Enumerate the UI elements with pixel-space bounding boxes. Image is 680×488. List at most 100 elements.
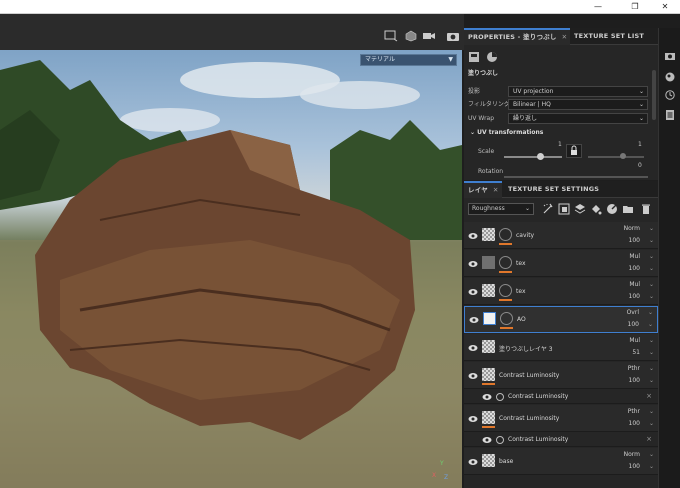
layer-row[interactable]: Contrast Luminosity Pthr 100 ⌄ ⌄ bbox=[464, 405, 658, 432]
layer-row[interactable]: base Norm 100 ⌄ ⌄ bbox=[464, 448, 658, 475]
mask-indicator bbox=[482, 383, 495, 385]
tab-layers[interactable]: レイヤ ✕ bbox=[464, 181, 502, 198]
trash-icon[interactable] bbox=[640, 203, 652, 215]
layer-row-selected[interactable]: AO Ovrl 100 ⌄ ⌄ bbox=[464, 306, 658, 333]
chevron-down-icon[interactable]: ⌄ bbox=[649, 265, 654, 272]
effect-row[interactable]: Contrast Luminosity × bbox=[464, 433, 658, 447]
eye-icon[interactable] bbox=[468, 372, 478, 380]
properties-scrollbar[interactable] bbox=[652, 70, 656, 120]
paint-bucket-icon[interactable] bbox=[590, 203, 602, 215]
chevron-down-icon[interactable]: ⌄ bbox=[649, 253, 654, 260]
layer-opacity[interactable]: 100 bbox=[629, 420, 640, 427]
tab-texture-set-list[interactable]: TEXTURE SET LIST bbox=[574, 28, 658, 45]
chevron-down-icon[interactable]: ⌄ bbox=[649, 349, 654, 356]
close-icon[interactable]: × bbox=[646, 435, 652, 443]
3d-viewport[interactable]: マテリアル ▼ Y X Z bbox=[0, 50, 462, 488]
chevron-down-icon[interactable]: ⌄ bbox=[649, 365, 654, 372]
tab-properties[interactable]: PROPERTIES - 塗りつぶし ✕ bbox=[464, 28, 570, 45]
layer-opacity[interactable]: 100 bbox=[629, 377, 640, 384]
add-mask-icon[interactable] bbox=[558, 203, 570, 215]
tab-texture-set-settings[interactable]: TEXTURE SET SETTINGS bbox=[508, 181, 608, 198]
display-settings-icon[interactable] bbox=[665, 52, 675, 62]
layer-properties-icon[interactable] bbox=[468, 51, 480, 63]
add-effect-icon[interactable] bbox=[542, 203, 554, 215]
close-button[interactable]: ✕ bbox=[659, 2, 671, 12]
chevron-down-icon[interactable]: ⌄ bbox=[649, 337, 654, 344]
chevron-down-icon[interactable]: ⌄ bbox=[649, 451, 654, 458]
layer-blend-mode[interactable]: Norm bbox=[624, 451, 640, 458]
layer-row[interactable]: tex Mul 100 ⌄ ⌄ bbox=[464, 250, 658, 277]
chevron-down-icon[interactable]: ⌄ bbox=[649, 293, 654, 300]
log-icon[interactable] bbox=[665, 110, 675, 120]
scale-slider-track[interactable] bbox=[504, 156, 562, 158]
eye-icon[interactable] bbox=[468, 260, 478, 268]
chevron-down-icon[interactable]: ⌄ bbox=[648, 309, 653, 316]
material-properties-icon[interactable] bbox=[486, 51, 498, 63]
layer-blend-mode[interactable]: Pthr bbox=[628, 365, 640, 372]
rotation-slider-track[interactable] bbox=[504, 176, 648, 178]
chevron-down-icon[interactable]: ⌄ bbox=[649, 420, 654, 427]
channel-select[interactable]: Roughness ⌄ bbox=[468, 203, 534, 215]
scale-slider-handle-right[interactable] bbox=[620, 153, 626, 159]
chevron-down-icon[interactable]: ⌄ bbox=[648, 321, 653, 328]
eye-icon[interactable] bbox=[468, 458, 478, 466]
chevron-down-icon[interactable]: ⌄ bbox=[649, 237, 654, 244]
layer-blend-mode[interactable]: Norm bbox=[624, 225, 640, 232]
layer-opacity[interactable]: 100 bbox=[628, 321, 639, 328]
layer-opacity[interactable]: 51 bbox=[632, 349, 640, 356]
shader-settings-icon[interactable] bbox=[665, 72, 675, 82]
layer-opacity[interactable]: 100 bbox=[629, 463, 640, 470]
layer-blend-mode[interactable]: Mul bbox=[629, 337, 640, 344]
chevron-down-icon[interactable]: ⌄ bbox=[649, 225, 654, 232]
close-icon[interactable]: × bbox=[646, 392, 652, 400]
mask-icon[interactable] bbox=[499, 284, 512, 297]
layer-row[interactable]: 塗りつぶしレイヤ 3 Mul 51 ⌄ ⌄ bbox=[464, 334, 658, 361]
uv-transformations-header[interactable]: ⌄ UV transformations bbox=[470, 127, 543, 139]
layer-blend-mode[interactable]: Mul bbox=[629, 281, 640, 288]
layer-opacity[interactable]: 100 bbox=[629, 265, 640, 272]
chevron-down-icon: ⌄ bbox=[638, 101, 644, 108]
effect-row[interactable]: Contrast Luminosity × bbox=[464, 390, 658, 404]
selection-tool-icon[interactable] bbox=[384, 30, 398, 42]
mask-icon[interactable] bbox=[499, 228, 512, 241]
eye-icon[interactable] bbox=[469, 316, 479, 324]
layer-row[interactable]: Contrast Luminosity Pthr 100 ⌄ ⌄ bbox=[464, 362, 658, 389]
eye-icon[interactable] bbox=[468, 288, 478, 296]
screenshot-icon[interactable] bbox=[446, 30, 460, 42]
close-icon[interactable]: ✕ bbox=[493, 186, 499, 194]
camera-icon[interactable] bbox=[422, 30, 436, 42]
eye-icon[interactable] bbox=[468, 344, 478, 352]
chevron-down-icon[interactable]: ⌄ bbox=[649, 377, 654, 384]
scale-slider-handle[interactable] bbox=[537, 153, 544, 160]
cube-view-icon[interactable] bbox=[404, 30, 418, 42]
view-mode-select[interactable]: マテリアル ▼ bbox=[360, 54, 457, 66]
close-icon[interactable]: ✕ bbox=[562, 33, 568, 41]
layer-opacity[interactable]: 100 bbox=[629, 237, 640, 244]
chevron-down-icon[interactable]: ⌄ bbox=[649, 408, 654, 415]
mask-icon[interactable] bbox=[499, 256, 512, 269]
minimize-button[interactable]: — bbox=[592, 2, 604, 12]
eye-icon[interactable] bbox=[468, 232, 478, 240]
chevron-down-icon[interactable]: ⌄ bbox=[649, 463, 654, 470]
add-folder-icon[interactable] bbox=[622, 203, 634, 215]
filtering-select[interactable]: Bilinear | HQ ⌄ bbox=[508, 99, 648, 110]
layer-row[interactable]: cavity Norm 100 ⌄ ⌄ bbox=[464, 222, 658, 249]
scale-slider-track-right[interactable] bbox=[588, 156, 644, 158]
projection-select[interactable]: UV projection ⌄ bbox=[508, 86, 648, 97]
eye-icon[interactable] bbox=[482, 436, 492, 444]
uv-wrap-select[interactable]: 繰り返し ⌄ bbox=[508, 113, 648, 124]
maximize-button[interactable]: ❐ bbox=[629, 2, 641, 12]
eye-icon[interactable] bbox=[482, 393, 492, 401]
chevron-down-icon[interactable]: ⌄ bbox=[649, 281, 654, 288]
layer-row[interactable]: tex Mul 100 ⌄ ⌄ bbox=[464, 278, 658, 305]
mask-icon[interactable] bbox=[500, 312, 513, 325]
history-icon[interactable] bbox=[665, 90, 675, 100]
layer-opacity[interactable]: 100 bbox=[629, 293, 640, 300]
scale-lock-button[interactable] bbox=[566, 144, 582, 158]
add-fill-layer-icon[interactable] bbox=[574, 203, 586, 215]
layer-blend-mode[interactable]: Ovrl bbox=[627, 309, 639, 316]
layer-blend-mode[interactable]: Mul bbox=[629, 253, 640, 260]
eye-icon[interactable] bbox=[468, 415, 478, 423]
layer-blend-mode[interactable]: Pthr bbox=[628, 408, 640, 415]
add-paint-layer-icon[interactable] bbox=[606, 203, 618, 215]
